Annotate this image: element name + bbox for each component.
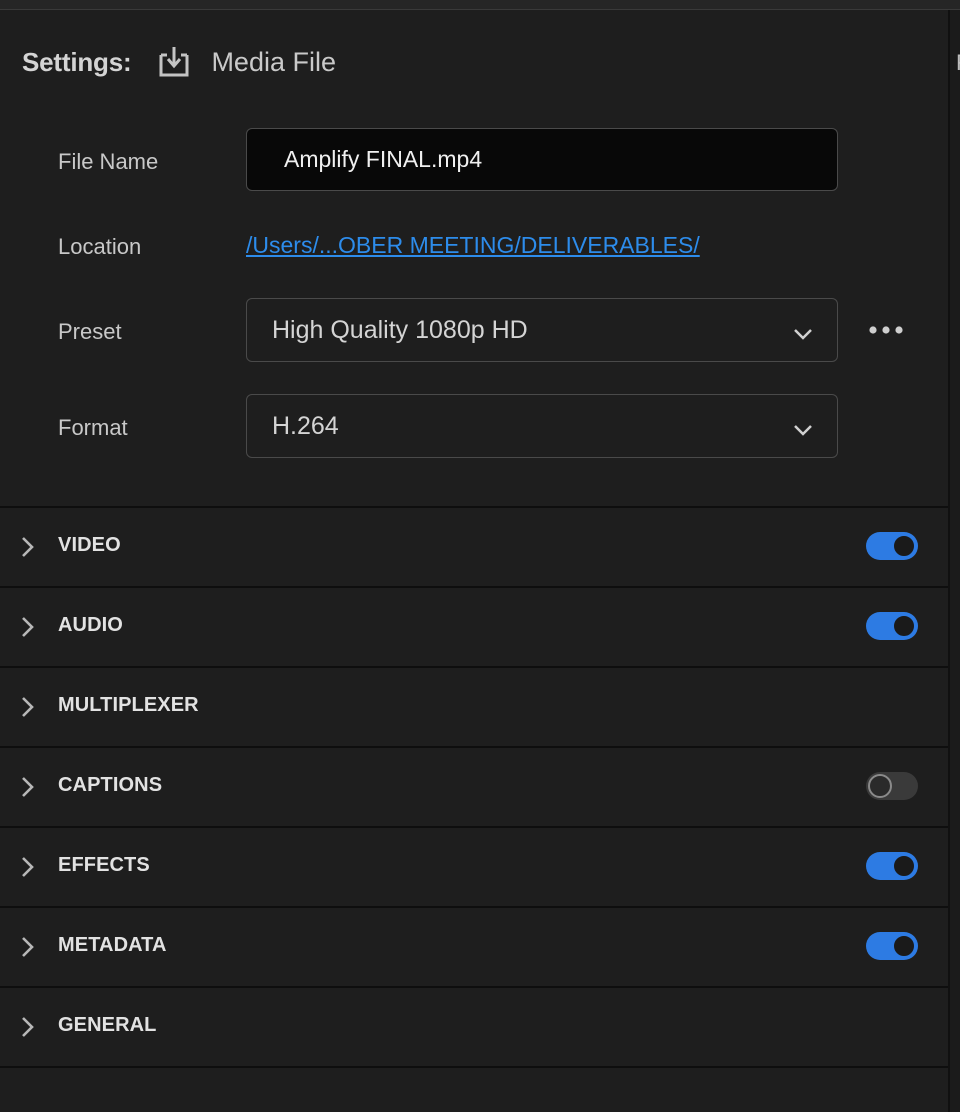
audio-toggle[interactable] <box>866 612 918 640</box>
format-label: Format <box>58 415 128 440</box>
more-options-icon[interactable] <box>868 318 904 342</box>
section-label: CAPTIONS <box>58 774 163 796</box>
section-divider <box>0 1066 950 1068</box>
toggle-knob <box>894 936 914 956</box>
adjacent-panel-label: F <box>956 50 960 76</box>
export-settings-panel: Settings: Media File File Name Amplify F… <box>0 10 950 1112</box>
preset-value: High Quality 1080p HD <box>272 315 528 344</box>
section-effects[interactable]: EFFECTS <box>0 826 950 906</box>
section-audio[interactable]: AUDIO <box>0 586 950 666</box>
metadata-toggle[interactable] <box>866 932 918 960</box>
section-label: AUDIO <box>58 614 123 636</box>
chevron-right-icon[interactable] <box>20 776 36 798</box>
toggle-knob <box>894 536 914 556</box>
section-captions[interactable]: CAPTIONS <box>0 746 950 826</box>
chevron-down-icon <box>793 321 813 340</box>
section-multiplexer[interactable]: MULTIPLEXER <box>0 666 950 746</box>
adjacent-panel-edge: F <box>948 10 960 1112</box>
preset-label: Preset <box>58 319 122 344</box>
top-divider-bar <box>0 0 960 10</box>
chevron-right-icon[interactable] <box>20 536 36 558</box>
chevron-right-icon[interactable] <box>20 856 36 878</box>
chevron-right-icon[interactable] <box>20 936 36 958</box>
section-general[interactable]: GENERAL <box>0 986 950 1066</box>
media-file-label[interactable]: Media File <box>211 47 336 78</box>
download-icon[interactable] <box>157 45 191 79</box>
section-label: VIDEO <box>58 534 121 556</box>
effects-toggle[interactable] <box>866 852 918 880</box>
settings-header: Settings: Media File <box>22 44 336 80</box>
format-value: H.264 <box>272 411 339 440</box>
chevron-right-icon[interactable] <box>20 1016 36 1038</box>
section-metadata[interactable]: METADATA <box>0 906 950 986</box>
location-link[interactable]: /Users/...OBER MEETING/DELIVERABLES/ <box>246 232 700 259</box>
file-name-input[interactable]: Amplify FINAL.mp4 <box>246 128 838 191</box>
toggle-knob <box>894 856 914 876</box>
location-label: Location <box>58 234 142 259</box>
captions-toggle[interactable] <box>866 772 918 800</box>
section-label: EFFECTS <box>58 854 150 876</box>
chevron-right-icon[interactable] <box>20 616 36 638</box>
file-name-label: File Name <box>58 149 159 174</box>
video-toggle[interactable] <box>866 532 918 560</box>
chevron-down-icon <box>793 417 813 436</box>
section-label: METADATA <box>58 934 167 956</box>
file-name-value: Amplify FINAL.mp4 <box>284 146 483 172</box>
format-dropdown[interactable]: H.264 <box>246 394 838 458</box>
toggle-knob <box>894 616 914 636</box>
preset-dropdown[interactable]: High Quality 1080p HD <box>246 298 838 362</box>
section-video[interactable]: VIDEO <box>0 506 950 586</box>
chevron-right-icon[interactable] <box>20 696 36 718</box>
section-label: GENERAL <box>58 1014 157 1036</box>
toggle-knob <box>868 774 892 798</box>
settings-label: Settings: <box>22 46 132 77</box>
section-label: MULTIPLEXER <box>58 694 199 716</box>
